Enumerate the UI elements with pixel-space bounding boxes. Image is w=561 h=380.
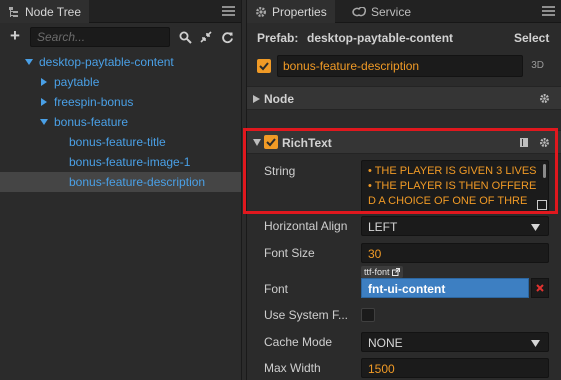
tab-properties[interactable]: Properties xyxy=(247,0,335,23)
collapsed-arrow-icon[interactable] xyxy=(40,98,48,106)
tree-item-freespin-bonus[interactable]: freespin-bonus xyxy=(0,92,241,112)
clear-font-button[interactable] xyxy=(531,278,549,298)
tab-service-label: Service xyxy=(371,4,412,19)
chevron-down-icon xyxy=(531,340,540,347)
refresh-icon[interactable] xyxy=(220,30,234,44)
richtext-enabled-checkbox[interactable] xyxy=(264,135,278,149)
collapse-all-icon[interactable] xyxy=(199,30,213,44)
string-textarea[interactable]: • THE PLAYER IS GIVEN 3 LIVES • THE PLAY… xyxy=(361,160,549,212)
tree-item-bonus-feature-image-1[interactable]: bonus-feature-image-1 xyxy=(0,152,241,172)
tree-item-bonus-feature-title[interactable]: bonus-feature-title xyxy=(0,132,241,152)
horizontal-align-label: Horizontal Align xyxy=(264,219,348,233)
use-system-font-row: Use System F... xyxy=(247,304,561,326)
tab-service[interactable]: Service xyxy=(344,0,419,23)
expanded-arrow-icon[interactable] xyxy=(25,58,33,66)
collapsed-arrow-icon xyxy=(253,95,260,103)
search-icon[interactable] xyxy=(178,30,192,44)
cache-mode-value: NONE xyxy=(368,336,403,350)
node-settings-gear-icon[interactable] xyxy=(539,93,550,104)
font-size-label: Font Size xyxy=(264,246,315,260)
tree-item-desktop-paytable-content[interactable]: desktop-paytable-content xyxy=(0,52,241,72)
node-name-row: 3D xyxy=(247,54,561,78)
use-system-font-label: Use System F... xyxy=(264,308,349,322)
node-tree-panel: Node Tree + desktop-paytable-content pay… xyxy=(0,0,242,380)
richtext-section-header[interactable]: RichText xyxy=(247,130,561,154)
string-label: String xyxy=(264,164,296,178)
close-icon xyxy=(536,284,544,292)
max-width-row: Max Width 1500 xyxy=(247,357,561,379)
3d-toggle[interactable]: 3D xyxy=(531,60,544,71)
properties-tabbar: Properties Service xyxy=(247,0,561,23)
font-label: Font xyxy=(264,282,289,296)
tree-item-label: bonus-feature xyxy=(54,115,129,129)
prefab-row: Prefab: desktop-paytable-content Select xyxy=(247,28,561,48)
horizontal-align-select[interactable]: LEFT xyxy=(361,216,549,236)
tab-properties-label: Properties xyxy=(272,4,327,19)
cache-mode-select[interactable]: NONE xyxy=(361,332,549,352)
font-type-tag-label: ttf-font xyxy=(364,267,390,277)
tree-item-label: desktop-paytable-content xyxy=(39,55,174,69)
tree-item-label: freespin-bonus xyxy=(54,95,134,109)
node-tree-list: desktop-paytable-content paytable freesp… xyxy=(0,52,241,192)
resize-handle-icon[interactable] xyxy=(537,200,547,210)
font-type-tag: ttf-font xyxy=(361,266,403,278)
tree-item-bonus-feature-description[interactable]: bonus-feature-description xyxy=(0,172,241,192)
richtext-settings-gear-icon[interactable] xyxy=(539,137,550,148)
max-width-label: Max Width xyxy=(264,361,321,375)
tab-node-tree[interactable]: Node Tree xyxy=(0,0,90,23)
horizontal-align-value: LEFT xyxy=(368,220,398,234)
font-asset-field[interactable]: fnt-ui-content xyxy=(361,278,529,298)
font-size-row: Font Size 30 xyxy=(247,242,561,264)
cache-mode-row: Cache Mode NONE xyxy=(247,331,561,353)
font-size-field[interactable]: 30 xyxy=(361,243,549,263)
book-help-icon[interactable] xyxy=(519,137,530,148)
gear-icon xyxy=(255,6,267,18)
node-tree-icon xyxy=(8,6,20,18)
string-text: • THE PLAYER IS GIVEN 3 LIVES • THE PLAY… xyxy=(368,165,537,207)
properties-panel: Properties Service Prefab: desktop-payta… xyxy=(243,0,561,380)
external-link-icon[interactable] xyxy=(391,268,400,276)
collapsed-arrow-icon[interactable] xyxy=(40,78,48,86)
string-scrollbar[interactable] xyxy=(543,164,546,178)
richtext-section-title: RichText xyxy=(282,136,332,150)
service-cloud-icon xyxy=(352,6,366,17)
node-search-input[interactable] xyxy=(30,27,170,47)
horizontal-align-row: Horizontal Align LEFT xyxy=(247,215,561,237)
node-section-header[interactable]: Node xyxy=(247,86,561,110)
tree-item-label: bonus-feature-image-1 xyxy=(69,155,191,169)
tab-node-tree-label: Node Tree xyxy=(25,4,82,19)
tree-item-bonus-feature[interactable]: bonus-feature xyxy=(0,112,241,132)
node-tree-toolbar: + xyxy=(0,24,241,50)
tree-item-label: bonus-feature-description xyxy=(69,175,206,189)
node-tree-menu-icon[interactable] xyxy=(222,4,235,18)
tree-item-label: bonus-feature-title xyxy=(69,135,166,149)
max-width-field[interactable]: 1500 xyxy=(361,358,549,378)
expanded-arrow-icon xyxy=(253,139,261,146)
cache-mode-label: Cache Mode xyxy=(264,335,333,349)
node-name-field[interactable] xyxy=(277,55,523,77)
node-section-title: Node xyxy=(264,92,294,106)
tree-item-label: paytable xyxy=(54,75,100,89)
use-system-font-checkbox[interactable] xyxy=(361,308,375,322)
expanded-arrow-icon[interactable] xyxy=(40,118,48,126)
chevron-down-icon xyxy=(531,224,540,231)
prefab-label: Prefab: xyxy=(257,31,299,45)
prefab-name: desktop-paytable-content xyxy=(307,31,454,45)
tree-item-paytable[interactable]: paytable xyxy=(0,72,241,92)
node-active-checkbox[interactable] xyxy=(257,59,271,73)
add-node-button[interactable]: + xyxy=(7,27,23,44)
properties-menu-icon[interactable] xyxy=(542,4,555,18)
select-prefab-button[interactable]: Select xyxy=(514,31,549,45)
node-tree-tabbar: Node Tree xyxy=(0,0,241,23)
